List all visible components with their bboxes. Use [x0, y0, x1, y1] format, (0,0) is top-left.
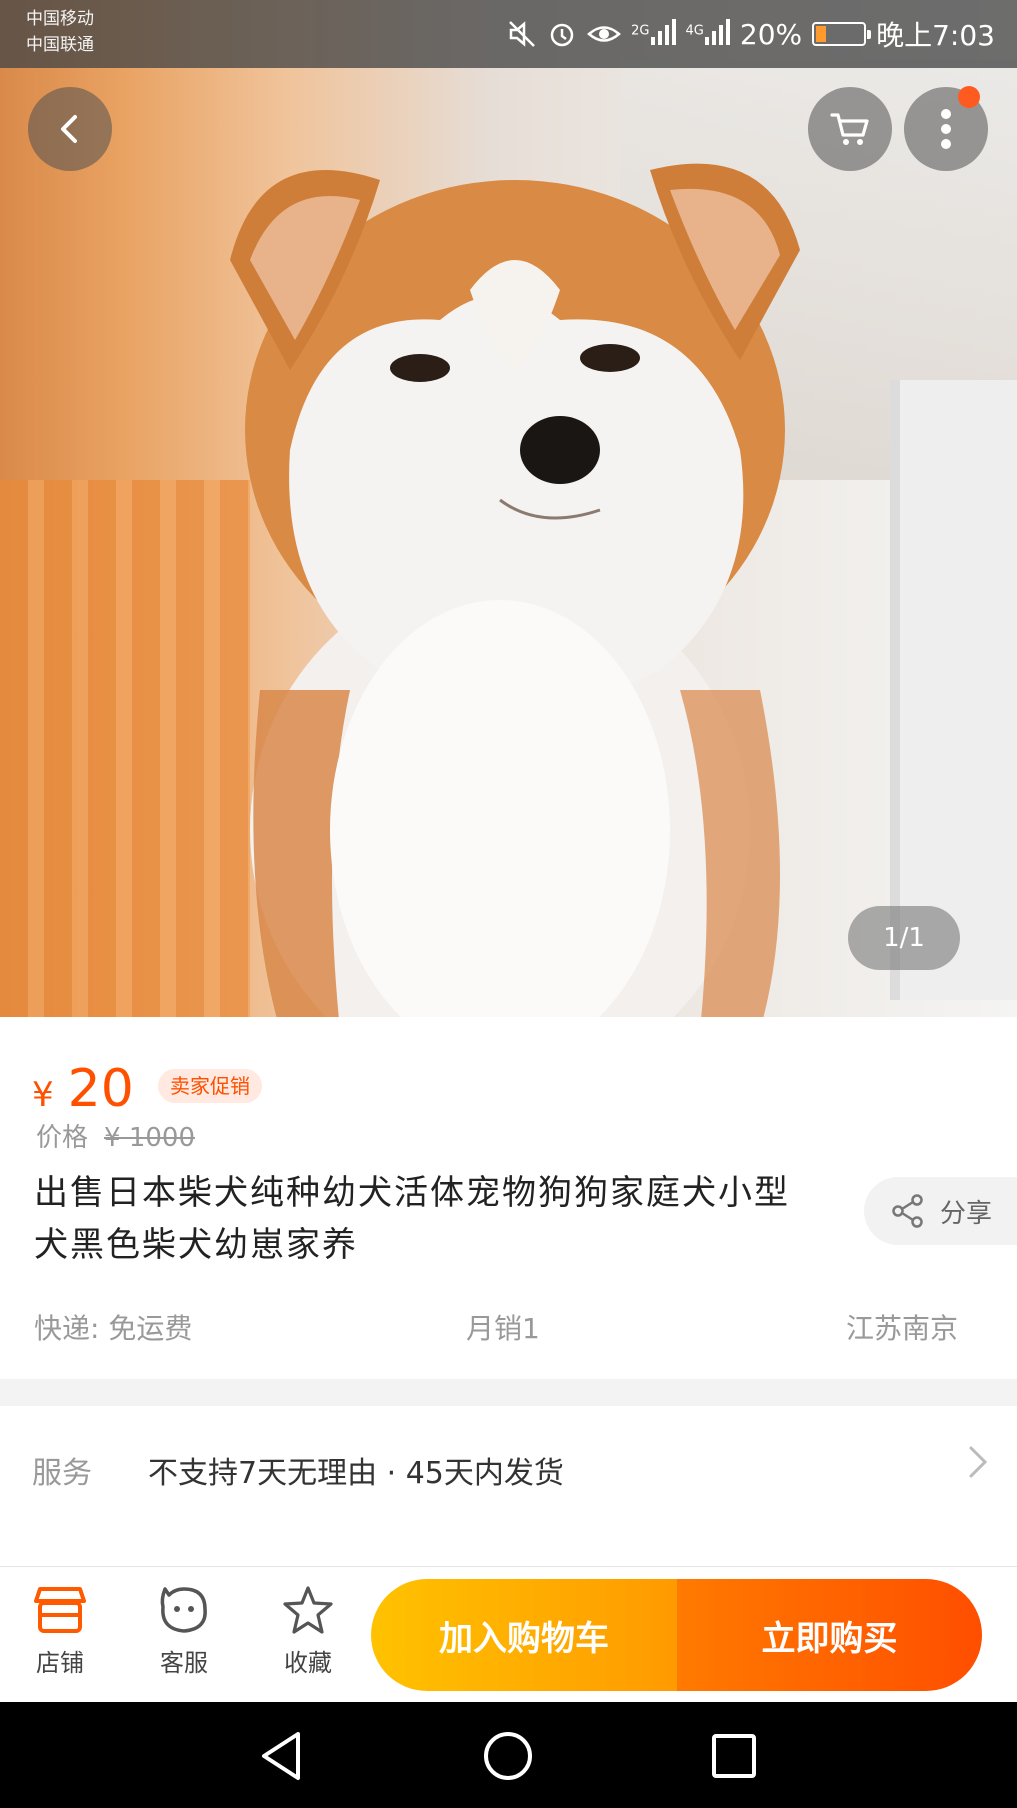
- cart-button[interactable]: [808, 87, 892, 171]
- nav-recents-button[interactable]: [704, 1726, 764, 1786]
- monthly-sales: 月销1: [466, 1312, 540, 1345]
- carrier-2: 中国联通: [26, 35, 94, 55]
- signal-bars-icon: [704, 18, 730, 45]
- favorite-button[interactable]: 收藏: [253, 1585, 363, 1678]
- price-symbol: ¥: [32, 1075, 54, 1115]
- service-row[interactable]: 服务 不支持7天无理由 · 45天内发货: [0, 1406, 1017, 1566]
- status-bar: 中国移动 中国联通 2G 4G 20% 晚上7:03: [0, 0, 1017, 68]
- signal-bars-icon: [650, 18, 676, 45]
- support-label: 客服: [160, 1649, 208, 1677]
- add-to-cart-button[interactable]: 加入购物车: [371, 1579, 677, 1691]
- status-icons: 2G 4G 20% 晚上7:03: [507, 14, 995, 54]
- bottom-action-bar: 店铺 客服 收藏 加入购物车 立即购买: [0, 1566, 1017, 1702]
- service-label: 服务: [32, 1456, 92, 1491]
- square-recents-icon: [712, 1734, 756, 1778]
- eye-icon: [587, 26, 622, 42]
- battery-percent: 20%: [739, 17, 803, 51]
- share-button[interactable]: 分享: [864, 1177, 1017, 1245]
- back-button[interactable]: [28, 87, 112, 171]
- shop-label: 店铺: [36, 1649, 84, 1677]
- puppy-illustration: [230, 163, 800, 1017]
- product-info: ¥ 20 卖家促销 价格 ¥ 1000 出售日本柴犬纯种幼犬活体宠物狗狗家庭犬小型…: [0, 1017, 1017, 1379]
- price-row: ¥ 20: [32, 1059, 134, 1119]
- original-price: 价格 ¥ 1000: [36, 1117, 195, 1154]
- chevron-right-icon: [969, 1446, 988, 1478]
- mute-icon: [509, 21, 536, 47]
- original-price-value: ¥ 1000: [104, 1123, 195, 1153]
- chat-face-icon: [160, 1587, 207, 1633]
- system-nav-bar: [0, 1702, 1017, 1808]
- star-icon: [283, 1586, 333, 1634]
- nav-back-button[interactable]: [252, 1726, 312, 1786]
- signal-2: 4G: [686, 17, 730, 52]
- favorite-label: 收藏: [284, 1649, 332, 1677]
- original-price-label: 价格: [36, 1123, 89, 1153]
- location: 江苏南京: [846, 1312, 959, 1345]
- notification-dot: [958, 86, 980, 108]
- promo-badge: 卖家促销: [158, 1069, 262, 1103]
- cart-icon: [830, 113, 869, 145]
- clock: 晚上7:03: [876, 19, 995, 52]
- carrier-1: 中国移动: [26, 9, 94, 29]
- product-title: 出售日本柴犬纯种幼犬活体宠物狗狗家庭犬小型犬黑色柴犬幼崽家养: [34, 1173, 790, 1265]
- network-type-1: 2G: [631, 23, 650, 39]
- shipping-info: 快递: 免运费: [34, 1312, 193, 1345]
- battery-icon: [812, 22, 872, 46]
- service-value: 不支持7天无理由 · 45天内发货: [148, 1456, 564, 1491]
- buy-now-button[interactable]: 立即购买: [677, 1579, 982, 1691]
- nav-home-button[interactable]: [478, 1726, 538, 1786]
- share-icon: [892, 1194, 923, 1228]
- image-pager: 1/1: [848, 906, 960, 970]
- share-label: 分享: [940, 1198, 993, 1229]
- triangle-back-icon: [262, 1732, 300, 1780]
- signal-1: 2G: [631, 17, 676, 52]
- carrier-info: 中国移动 中国联通: [26, 6, 94, 58]
- price-value: 20: [67, 1059, 134, 1119]
- more-vertical-icon: [941, 109, 951, 149]
- support-button[interactable]: 客服: [129, 1585, 239, 1678]
- product-detail-screen: 中国移动 中国联通 2G 4G 20% 晚上7:03 1/1 ¥ 20 卖家促销: [0, 0, 1017, 1808]
- circle-home-icon: [484, 1732, 532, 1780]
- alarm-icon: [550, 23, 574, 47]
- network-type-2: 4G: [685, 23, 704, 39]
- store-icon: [34, 1587, 86, 1633]
- shop-button[interactable]: 店铺: [5, 1585, 115, 1678]
- chevron-left-icon: [61, 115, 77, 143]
